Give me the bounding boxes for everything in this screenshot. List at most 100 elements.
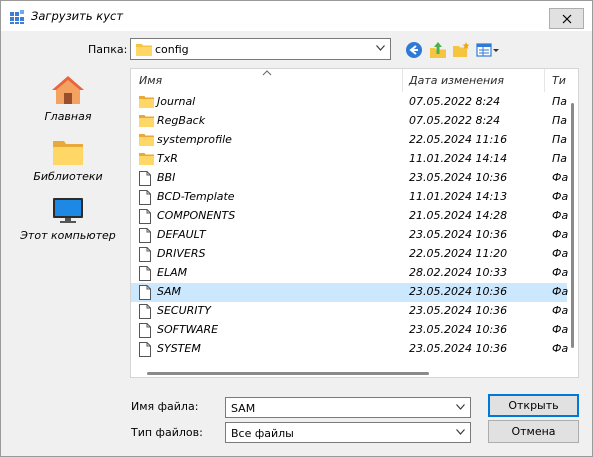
- file-row[interactable]: Journal 07.05.2022 8:24 Па: [131, 93, 567, 112]
- column-header-type[interactable]: Ти: [552, 69, 566, 92]
- place-home[interactable]: Главная: [15, 74, 121, 123]
- file-type: Па: [552, 95, 568, 108]
- file-name: SECURITY: [157, 304, 211, 317]
- look-in-value: config: [155, 43, 189, 56]
- file-type: Па: [552, 152, 568, 165]
- look-in-combo[interactable]: config: [130, 38, 391, 60]
- home-icon: [52, 76, 84, 104]
- file-type: Фа: [552, 247, 569, 260]
- file-date: 22.05.2024 11:20: [409, 247, 508, 260]
- file-date: 07.05.2022 8:24: [409, 95, 501, 108]
- file-date: 28.02.2024 10:33: [409, 266, 508, 279]
- file-row[interactable]: SAM 23.05.2024 10:36 Фа: [131, 283, 569, 302]
- window-title: Загрузить куст: [31, 9, 124, 23]
- file-name: DRIVERS: [157, 247, 206, 260]
- horizontal-scrollbar[interactable]: [147, 372, 429, 375]
- file-date: 23.05.2024 10:36: [409, 304, 508, 317]
- filetype-select[interactable]: Все файлы: [225, 422, 471, 443]
- file-date: 07.05.2022 8:24: [409, 114, 501, 127]
- file-name: DEFAULT: [157, 228, 206, 241]
- file-type: Фа: [552, 266, 569, 279]
- file-name: SAM: [157, 285, 181, 298]
- file-icon: [139, 266, 151, 284]
- file-row[interactable]: ELAM 28.02.2024 10:33 Фа: [131, 264, 569, 284]
- file-row[interactable]: SECURITY 23.05.2024 10:36 Фа: [131, 302, 569, 321]
- place-label: Главная: [44, 110, 92, 123]
- file-name: TxR: [157, 152, 178, 165]
- computer-icon: [53, 198, 83, 223]
- file-name: Journal: [157, 95, 196, 108]
- place-label: Библиотеки: [33, 170, 103, 183]
- file-name: RegBack: [157, 114, 206, 127]
- file-date: 11.01.2024 14:14: [409, 152, 508, 165]
- file-name: SOFTWARE: [157, 323, 219, 336]
- file-row[interactable]: SOFTWARE 23.05.2024 10:36 Фа: [131, 321, 569, 341]
- file-date: 23.05.2024 10:36: [409, 285, 508, 298]
- file-icon: [139, 190, 151, 208]
- file-type: Фа: [552, 304, 569, 317]
- file-row[interactable]: BCD-Template 11.01.2024 14:13 Фа: [131, 188, 568, 208]
- file-name: SYSTEM: [157, 342, 201, 355]
- folder-icon: [139, 133, 154, 149]
- file-name: systemprofile: [157, 133, 232, 146]
- folder-icon: [139, 152, 154, 168]
- file-date: 22.05.2024 11:16: [409, 133, 508, 146]
- file-type: Фа: [552, 228, 569, 241]
- file-name: BCD-Template: [157, 190, 235, 203]
- folder-icon: [139, 114, 154, 130]
- column-header-date[interactable]: Дата изменения: [409, 69, 504, 92]
- file-date: 21.05.2024 14:28: [409, 209, 508, 222]
- up-folder-icon[interactable]: [429, 41, 447, 59]
- file-list[interactable]: Имя Дата изменения Ти Journal 07.05.2022 …: [130, 68, 579, 378]
- file-row[interactable]: systemprofile 22.05.2024 11:16 Па: [131, 131, 567, 150]
- close-button[interactable]: [549, 8, 584, 29]
- load-hive-dialog: Загрузить куст Папка: config Главная Биб…: [0, 0, 593, 457]
- file-date: 23.05.2024 10:36: [409, 228, 508, 241]
- places-bar: Главная Библиотеки Этот компьютер: [15, 68, 121, 358]
- column-divider[interactable]: [402, 69, 403, 92]
- file-type: Фа: [552, 323, 569, 336]
- registry-icon: [10, 10, 24, 24]
- column-divider[interactable]: [544, 69, 545, 92]
- file-row[interactable]: DRIVERS 22.05.2024 11:20 Фа: [131, 245, 569, 264]
- new-folder-icon[interactable]: [452, 41, 470, 59]
- look-in-label: Папка:: [88, 43, 128, 56]
- view-menu-icon[interactable]: [476, 41, 500, 59]
- column-header-name[interactable]: Имя: [139, 69, 162, 92]
- sort-ascending-icon: [262, 70, 272, 76]
- file-date: 23.05.2024 10:36: [409, 342, 508, 355]
- open-button[interactable]: Открыть: [488, 394, 579, 417]
- folder-icon: [136, 44, 152, 56]
- chevron-down-icon[interactable]: [456, 404, 465, 410]
- file-name: BBI: [157, 171, 176, 184]
- file-row[interactable]: SYSTEM 23.05.2024 10:36 Фа: [131, 340, 568, 360]
- file-type: Фа: [552, 285, 569, 298]
- file-name: ELAM: [157, 266, 188, 279]
- filename-label: Имя файла:: [131, 400, 199, 413]
- filename-input[interactable]: SAM: [225, 397, 471, 418]
- place-libraries[interactable]: Библиотеки: [15, 138, 121, 183]
- vertical-scrollbar[interactable]: [567, 69, 578, 377]
- place-label: Этот компьютер: [20, 229, 116, 242]
- file-icon: [139, 171, 151, 189]
- file-row[interactable]: COMPONENTS 21.05.2024 14:28 Фа: [131, 207, 568, 226]
- filename-value: SAM: [231, 402, 256, 415]
- file-icon: [139, 228, 151, 246]
- place-this-pc[interactable]: Этот компьютер: [15, 197, 121, 242]
- file-row[interactable]: BBI 23.05.2024 10:36 Фа: [131, 169, 569, 189]
- file-icon: [139, 342, 151, 360]
- file-type: Па: [552, 133, 568, 146]
- file-name: COMPONENTS: [157, 209, 236, 222]
- chevron-down-icon: [456, 429, 465, 435]
- scrollbar-thumb[interactable]: [571, 103, 574, 348]
- folder-icon: [139, 95, 154, 111]
- file-row[interactable]: RegBack 07.05.2022 8:24 Па: [131, 112, 567, 131]
- file-type: Фа: [552, 171, 569, 184]
- cancel-button[interactable]: Отмена: [488, 420, 579, 443]
- back-icon[interactable]: [405, 41, 423, 59]
- file-row[interactable]: TxR 11.01.2024 14:14 Па: [131, 150, 567, 169]
- file-icon: [139, 323, 151, 341]
- file-row[interactable]: DEFAULT 23.05.2024 10:36 Фа: [131, 226, 569, 246]
- title-bar: Загрузить куст: [1, 1, 592, 31]
- file-date: 11.01.2024 14:13: [409, 190, 508, 203]
